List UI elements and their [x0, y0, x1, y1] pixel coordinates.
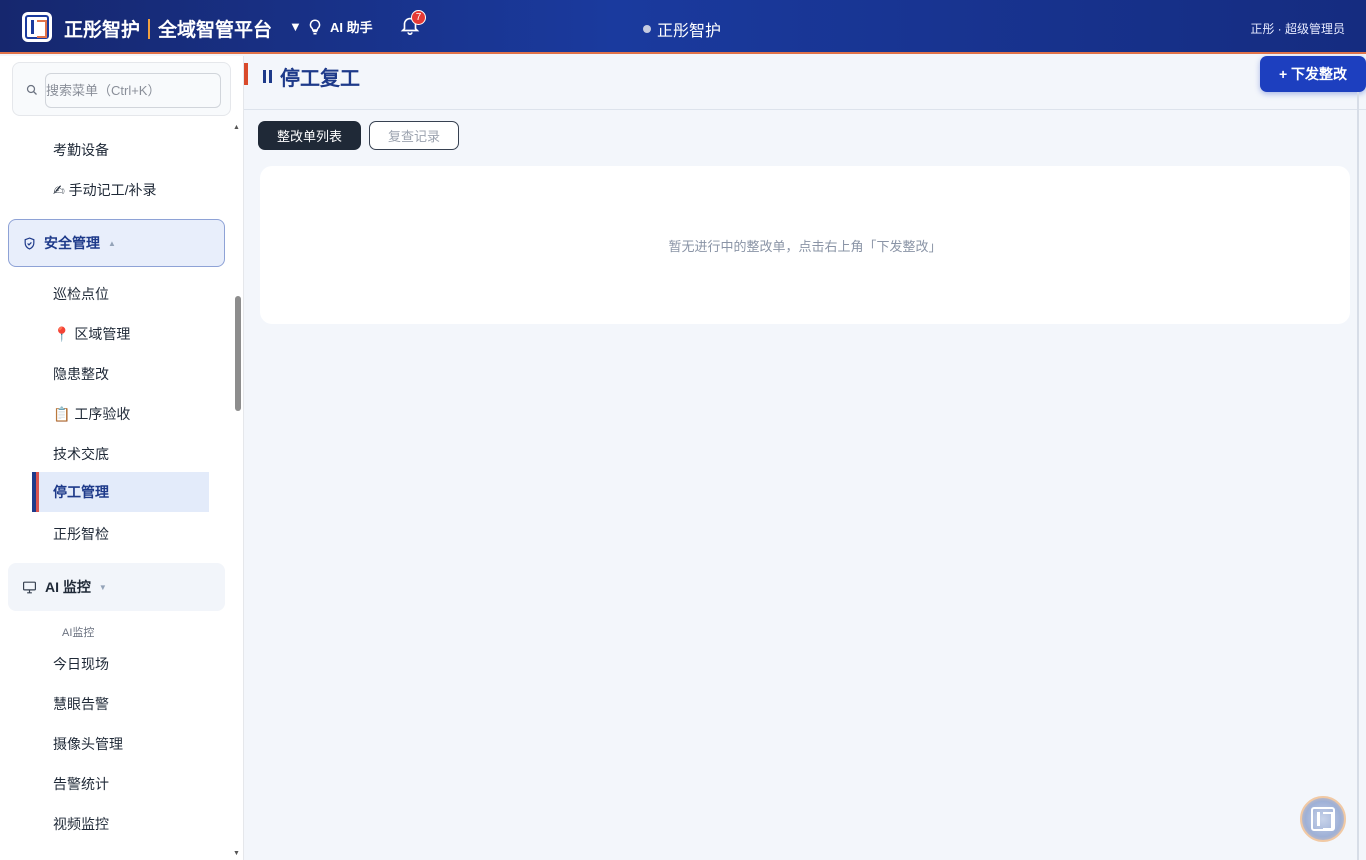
- empty-state-card: 暂无进行中的整改单，点击右上角「下发整改」: [260, 166, 1350, 324]
- user-menu[interactable]: 正彤 · 超级管理员: [1250, 20, 1345, 37]
- sidebar-item-today-site[interactable]: 今日现场: [53, 654, 109, 674]
- sidebar-item-attendance-device[interactable]: 考勤设备: [53, 140, 109, 160]
- tab-rectification-list[interactable]: 整改单列表: [258, 121, 361, 150]
- floating-logo-icon: [1311, 807, 1335, 831]
- sidebar-group-safety[interactable]: 安全管理 ▲: [8, 219, 225, 267]
- sidebar-item-video-monitoring[interactable]: 视频监控: [53, 814, 109, 834]
- sidebar-item-manual-record[interactable]: ✍ 手动记工/补录: [53, 180, 157, 200]
- brand-title: 正彤智护 全域智管平台: [64, 15, 272, 42]
- center-title-text: 正彤智护: [657, 23, 722, 40]
- brand-name: 正彤智护: [64, 20, 141, 41]
- menu-search-input[interactable]: [45, 73, 221, 108]
- sidebar-group-ai-monitoring[interactable]: AI 监控 ▼: [8, 563, 225, 611]
- sidebar-item-alert-statistics[interactable]: 告警统计: [53, 774, 109, 794]
- platform-name: 全域智管平台: [158, 20, 273, 41]
- sidebar-item-shutdown-management[interactable]: 停工管理: [32, 472, 209, 512]
- page-header: 停工复工: [244, 56, 1366, 110]
- chevron-up-icon: ▲: [108, 238, 116, 248]
- sidebar-item-smart-inspection[interactable]: 正彤智检: [53, 524, 109, 544]
- tab-review-records[interactable]: 复查记录: [369, 121, 459, 150]
- ai-assistant-label: AI 助手: [330, 20, 373, 35]
- shield-icon: [24, 236, 35, 250]
- sidebar-item-technical-briefing[interactable]: 技术交底: [53, 444, 109, 464]
- logo-mark: [25, 15, 49, 39]
- page-title: 停工复工: [263, 62, 360, 91]
- center-title: 正彤智护: [643, 17, 721, 41]
- chevron-down-icon: ▼: [98, 582, 107, 592]
- ai-assistant-button[interactable]: AI 助手: [306, 17, 373, 36]
- sidebar-item-hazard-rectification[interactable]: 隐患整改: [53, 364, 109, 384]
- title-accent-bar: [244, 63, 248, 85]
- pause-icon: [263, 70, 272, 83]
- sidebar-item-camera-management[interactable]: 摄像头管理: [53, 734, 123, 754]
- monitor-icon: [23, 581, 36, 593]
- sidebar-group-ai-label: AI 监控: [45, 579, 91, 595]
- content-right-border: [1357, 92, 1359, 860]
- sidebar-item-smart-alerts[interactable]: 慧眼告警: [53, 694, 109, 714]
- sidebar-item-inspection-points[interactable]: 巡检点位: [53, 284, 109, 304]
- issue-rectification-button[interactable]: + 下发整改: [1260, 56, 1366, 92]
- platform-dropdown-icon[interactable]: ▼: [289, 19, 302, 34]
- scroll-up-arrow-icon[interactable]: ▲: [233, 124, 240, 131]
- brand-divider: [148, 18, 151, 39]
- scroll-down-arrow-icon[interactable]: ▼: [233, 850, 240, 857]
- menu-search: [12, 62, 231, 116]
- lightbulb-icon: [309, 18, 321, 34]
- sidebar: ▲ ▼ 考勤设备 ✍ 手动记工/补录 安全管理 ▲ 巡检点位 📍 区域管理 隐患…: [0, 56, 244, 860]
- sidebar-group-safety-label: 安全管理: [44, 235, 100, 251]
- sidebar-item-process-acceptance[interactable]: 📋 工序验收: [53, 404, 130, 424]
- sidebar-item-area-management[interactable]: 📍 区域管理: [53, 324, 130, 344]
- top-header: 正彤智护 全域智管平台 ▼ AI 助手 7 正彤智护 正彤 · 超级管理员: [0, 0, 1366, 54]
- search-icon: [26, 84, 37, 95]
- sidebar-scrollbar[interactable]: [235, 296, 241, 411]
- status-dot-icon: [643, 25, 651, 33]
- page-title-text: 停工复工: [280, 68, 360, 90]
- empty-state-message: 暂无进行中的整改单，点击右上角「下发整改」: [668, 238, 942, 254]
- app-logo[interactable]: [22, 12, 52, 42]
- sidebar-section-caption: AI监控: [62, 627, 95, 639]
- notification-badge: 7: [411, 10, 426, 25]
- floating-assistant-button[interactable]: [1300, 796, 1346, 842]
